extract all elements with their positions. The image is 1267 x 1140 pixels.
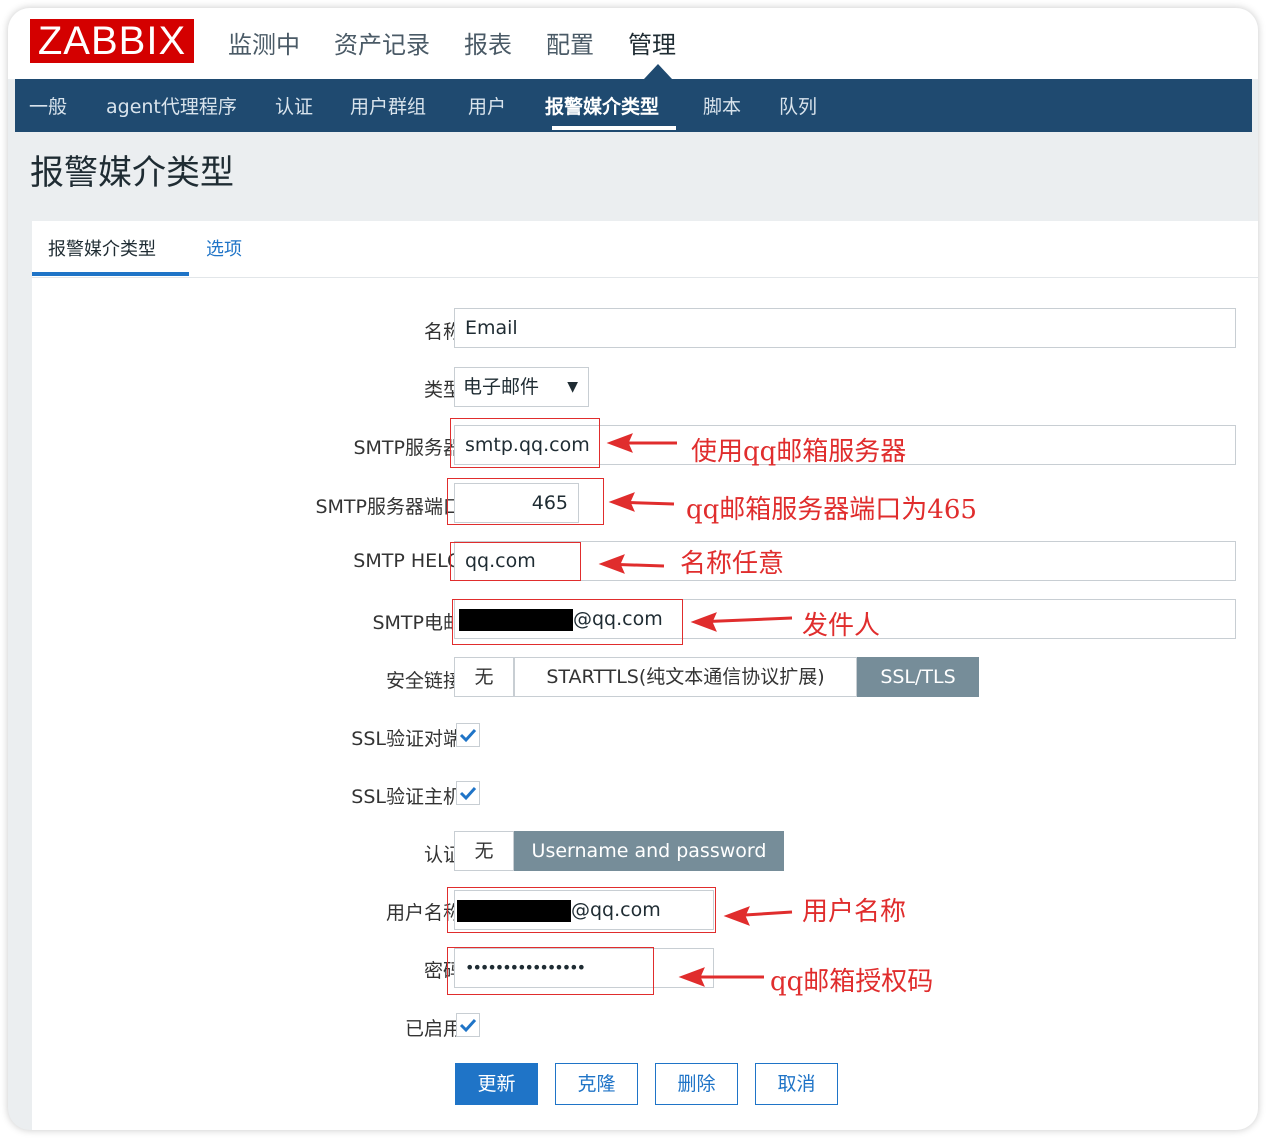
checkmark-icon (459, 1018, 477, 1033)
update-button[interactable]: 更新 (455, 1063, 538, 1105)
type-label: 类型 (423, 379, 462, 401)
sub-nav-active-underline (552, 126, 676, 130)
checkmark-icon (459, 728, 477, 743)
form-panel: 报警媒介类型 选项 名称 Email 类型 电子邮件 ▼ SMTP服务器 smt… (32, 221, 1258, 1130)
cancel-button[interactable]: 取消 (755, 1063, 838, 1105)
top-menu-monitoring[interactable]: 监测中 (228, 25, 300, 60)
smtp-server-label: SMTP服务器 (353, 437, 462, 459)
password-label: 密码 (423, 960, 462, 982)
arrow-username-icon (723, 906, 793, 926)
clone-button[interactable]: 克隆 (555, 1063, 638, 1105)
note-username: 用户名称 (802, 897, 907, 927)
name-label: 名称 (423, 321, 462, 343)
top-menu-administration[interactable]: 管理 (628, 25, 676, 60)
security-label: 安全链接 (385, 670, 462, 692)
tab-media-type[interactable]: 报警媒介类型 (48, 235, 156, 261)
tab-bar: 报警媒介类型 选项 (32, 221, 1258, 278)
sub-nav-general[interactable]: 一般 (29, 92, 67, 119)
note-password: qq邮箱授权码 (770, 967, 934, 997)
smtp-port-label: SMTP服务器端口 (315, 496, 462, 518)
dropdown-arrow-icon: ▼ (567, 379, 578, 395)
ssl-verify-peer-label: SSL验证对端 (351, 728, 462, 750)
highlight-smtp-helo (450, 542, 581, 581)
auth-label: 认证 (423, 844, 462, 866)
top-menu-reports[interactable]: 报表 (464, 25, 512, 60)
highlight-smtp-server (450, 418, 600, 468)
smtp-helo-label: SMTP HELO (353, 550, 462, 572)
zabbix-logo[interactable]: ZABBIX (30, 19, 194, 63)
sub-nav-media-types[interactable]: 报警媒介类型 (545, 92, 659, 119)
security-ssl-tls[interactable]: SSL/TLS (857, 657, 979, 697)
highlight-smtp-port (447, 478, 604, 525)
enabled-label: 已启用 (404, 1018, 462, 1040)
page-title: 报警媒介类型 (30, 153, 234, 193)
smtp-email-label: SMTP电邮 (372, 612, 462, 634)
delete-button[interactable]: 删除 (655, 1063, 738, 1105)
note-smtp-server: 使用qq邮箱服务器 (691, 437, 907, 467)
top-menu: 监测中 资产记录 报表 配置 管理 (228, 25, 676, 60)
active-tab-underline (32, 272, 189, 276)
username-label: 用户名称 (385, 902, 462, 924)
name-input[interactable]: Email (454, 308, 1236, 348)
sub-nav-proxies[interactable]: agent代理程序 (106, 92, 237, 119)
sub-nav-queue[interactable]: 队列 (779, 92, 817, 119)
ssl-verify-host-checkbox[interactable] (456, 781, 480, 805)
sub-nav-users[interactable]: 用户 (468, 92, 506, 119)
security-none[interactable]: 无 (454, 657, 514, 697)
type-select-value: 电子邮件 (463, 376, 540, 398)
ssl-verify-host-label: SSL验证主机 (351, 786, 462, 808)
arrow-smtp-port-icon (608, 492, 675, 512)
ssl-verify-peer-checkbox[interactable] (456, 723, 480, 747)
note-smtp-helo: 名称任意 (680, 549, 785, 579)
note-smtp-email: 发件人 (802, 611, 881, 641)
checkmark-icon (459, 786, 477, 801)
arrow-smtp-server-icon (606, 433, 677, 453)
note-smtp-port: qq邮箱服务器端口为465 (686, 495, 977, 525)
sub-nav-scripts[interactable]: 脚本 (703, 92, 741, 119)
enabled-checkbox[interactable] (456, 1013, 480, 1037)
arrow-smtp-email-icon (690, 612, 793, 632)
arrow-smtp-helo-icon (598, 554, 665, 574)
top-bar: ZABBIX 监测中 资产记录 报表 配置 管理 (8, 8, 1258, 79)
sub-nav: 一般 agent代理程序 认证 用户群组 用户 报警媒介类型 脚本 队列 (15, 79, 1252, 132)
active-menu-caret (644, 64, 672, 79)
window-frame: ZABBIX 监测中 资产记录 报表 配置 管理 一般 agent代理程序 认证… (8, 8, 1258, 1130)
sub-nav-user-groups[interactable]: 用户群组 (350, 92, 426, 119)
auth-none[interactable]: 无 (454, 831, 514, 871)
tab-options[interactable]: 选项 (206, 235, 242, 261)
arrow-password-icon (678, 967, 764, 987)
top-menu-configuration[interactable]: 配置 (546, 25, 594, 60)
type-select[interactable]: 电子邮件 ▼ (454, 367, 589, 407)
sub-nav-authentication[interactable]: 认证 (275, 92, 313, 119)
top-menu-inventory[interactable]: 资产记录 (334, 25, 430, 60)
